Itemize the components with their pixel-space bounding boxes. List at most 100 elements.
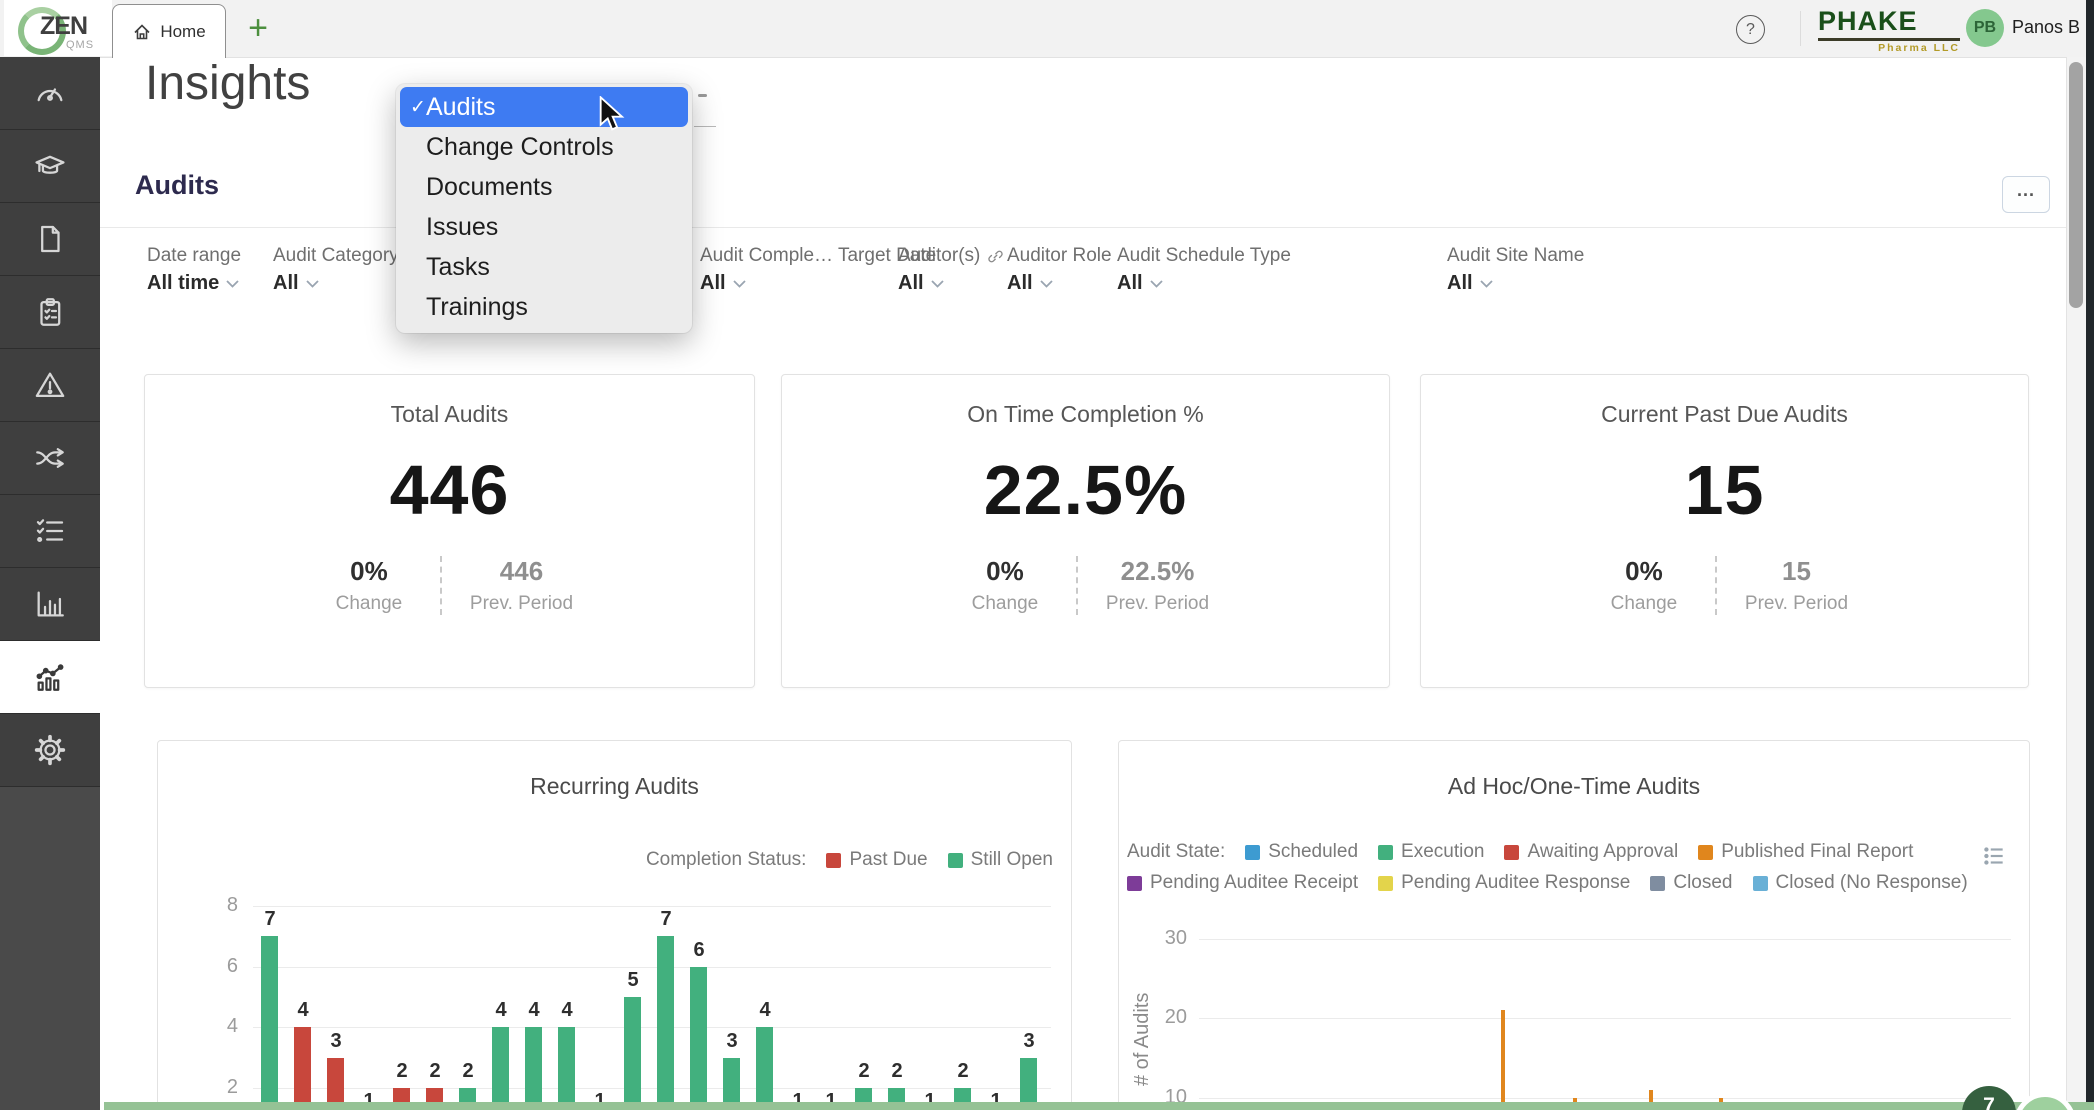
stat-prev-value: 15	[1745, 556, 1848, 587]
filter-value[interactable]: All	[1117, 272, 1291, 295]
dropdown-option-issues[interactable]: Issues	[396, 207, 692, 247]
stat-divider	[1715, 556, 1717, 615]
stat-value: 22.5%	[984, 450, 1187, 530]
recurring-audits-bar	[492, 1027, 509, 1110]
recurring-audits-bar	[756, 1027, 773, 1110]
chevron-down-icon	[226, 280, 239, 288]
select-border-fragment	[694, 126, 716, 127]
filter-label: Auditor(s)	[898, 245, 1004, 267]
bar-value-label: 3	[715, 1030, 749, 1053]
company-subtitle: Pharma LLC	[1818, 42, 1960, 54]
stat-divider	[1076, 556, 1078, 615]
audits-clipboard-icon	[33, 295, 67, 329]
scrollbar-thumb[interactable]	[2069, 62, 2083, 308]
tab-home[interactable]: Home	[112, 4, 226, 58]
stat-card-on-time-completion: On Time Completion % 22.5% 0%Change 22.5…	[781, 374, 1390, 688]
dropdown-option-change-controls[interactable]: Change Controls	[396, 127, 692, 167]
stat-card-current-past-due: Current Past Due Audits 15 0%Change 15Pr…	[1420, 374, 2029, 688]
gridline	[253, 967, 1051, 968]
chevron-down-icon	[1150, 280, 1163, 288]
bar-value-label: 2	[946, 1060, 980, 1083]
help-button[interactable]: ?	[1736, 15, 1765, 44]
settings-gear-icon	[33, 733, 67, 767]
stat-prev-value: 22.5%	[1106, 556, 1209, 587]
zenqms-insights-screen: ZEN QMS Home + ? PHAKE Pharma LLC PB Pan…	[0, 0, 2094, 1110]
section-heading: Audits	[135, 170, 219, 201]
qms-logo-text: QMS	[66, 39, 94, 51]
chevron-down-icon	[1040, 280, 1053, 288]
stat-card-total-audits: Total Audits 446 0%Change 446Prev. Perio…	[144, 374, 755, 688]
bar-value-label: 3	[319, 1030, 353, 1053]
bar-value-label: 3	[1012, 1030, 1046, 1053]
chevron-down-icon	[931, 280, 944, 288]
dropdown-option-trainings[interactable]: Trainings	[396, 287, 692, 327]
zen-qms-logo[interactable]: ZEN QMS	[4, 0, 112, 56]
filter-label: Audit Category	[273, 245, 399, 267]
filter-value[interactable]: All time	[147, 272, 241, 295]
gridline	[1199, 939, 2011, 940]
stat-prev-value: 446	[470, 556, 573, 587]
chevron-down-icon	[1480, 280, 1493, 288]
stat-change-value: 0%	[1601, 556, 1687, 587]
adhoc-audits-plot: 302010	[1119, 741, 2031, 1110]
recurring-audits-bar	[558, 1027, 575, 1110]
user-name[interactable]: Panos B	[2012, 17, 2080, 38]
sidebar-item-change-controls-shuffle[interactable]	[0, 422, 100, 495]
gridline	[253, 1088, 1051, 1089]
filter-value[interactable]: All	[898, 272, 1004, 295]
y-tick-label: 8	[198, 894, 238, 917]
bar-value-label: 5	[616, 969, 650, 992]
recurring-audits-plot: 8642743122244415763411221213	[158, 741, 1073, 1110]
sidebar-item-documents-file[interactable]	[0, 203, 100, 276]
recurring-audits-bar	[261, 936, 278, 1110]
documents-file-icon	[33, 222, 67, 256]
filter-label: Audit Schedule Type	[1117, 245, 1291, 267]
gridline	[253, 906, 1051, 907]
filter-label: Audit Site Name	[1447, 245, 1584, 267]
gridline	[1199, 1018, 2011, 1019]
dropdown-option-documents[interactable]: Documents	[396, 167, 692, 207]
recurring-audits-bar	[624, 997, 641, 1110]
sidebar-item-insights-analytics[interactable]	[0, 641, 100, 714]
link-icon	[987, 248, 1004, 265]
bar-value-label: 4	[550, 999, 584, 1022]
header-divider	[100, 227, 2066, 228]
left-nav-sidebar	[0, 57, 100, 1110]
stat-title: Total Audits	[391, 401, 509, 428]
stat-change-label: Change	[962, 593, 1048, 615]
filter-label: Auditor Role	[1007, 245, 1112, 267]
bar-value-label: 2	[385, 1060, 419, 1083]
filter-value[interactable]: All	[1447, 272, 1584, 295]
sidebar-item-audits-clipboard[interactable]	[0, 276, 100, 349]
page-title: Insights	[145, 56, 310, 111]
company-name: PHAKE	[1818, 6, 1960, 41]
user-avatar[interactable]: PB	[1966, 9, 2004, 47]
stat-value: 446	[390, 450, 510, 530]
new-tab-button[interactable]: +	[240, 7, 276, 49]
recurring-audits-bar	[690, 967, 707, 1110]
dropdown-option-audits[interactable]: ✓Audits	[400, 87, 688, 127]
chart-card-recurring-audits: Recurring Audits Completion Status:Past …	[157, 740, 1072, 1110]
company-logo: PHAKE Pharma LLC	[1818, 6, 1960, 54]
bar-value-label: 2	[880, 1060, 914, 1083]
sidebar-item-reports-bar-chart[interactable]	[0, 568, 100, 641]
sidebar-item-issues-warning[interactable]	[0, 349, 100, 422]
filter-value[interactable]: All	[1007, 272, 1112, 295]
y-tick-label: 6	[198, 955, 238, 978]
filter-date-range: Date range All time	[147, 245, 241, 295]
bar-value-label: 4	[748, 999, 782, 1022]
filter-value[interactable]: All	[273, 272, 399, 295]
sidebar-item-settings-gear[interactable]	[0, 714, 100, 787]
bar-value-label: 2	[451, 1060, 485, 1083]
dropdown-option-tasks[interactable]: Tasks	[396, 247, 692, 287]
y-tick-label: 4	[198, 1015, 238, 1038]
bar-value-label: 7	[253, 908, 287, 931]
stat-prev-label: Prev. Period	[470, 593, 573, 615]
sidebar-item-dashboard-gauge[interactable]	[0, 57, 100, 130]
filter-auditors: Auditor(s) All	[898, 245, 1004, 295]
sidebar-item-trainings-gradcap[interactable]	[0, 130, 100, 203]
more-options-button[interactable]: ...	[2002, 176, 2050, 213]
bar-value-label: 2	[847, 1060, 881, 1083]
sidebar-item-tasks-checklist[interactable]	[0, 495, 100, 568]
dashboard-gauge-icon	[33, 76, 67, 110]
